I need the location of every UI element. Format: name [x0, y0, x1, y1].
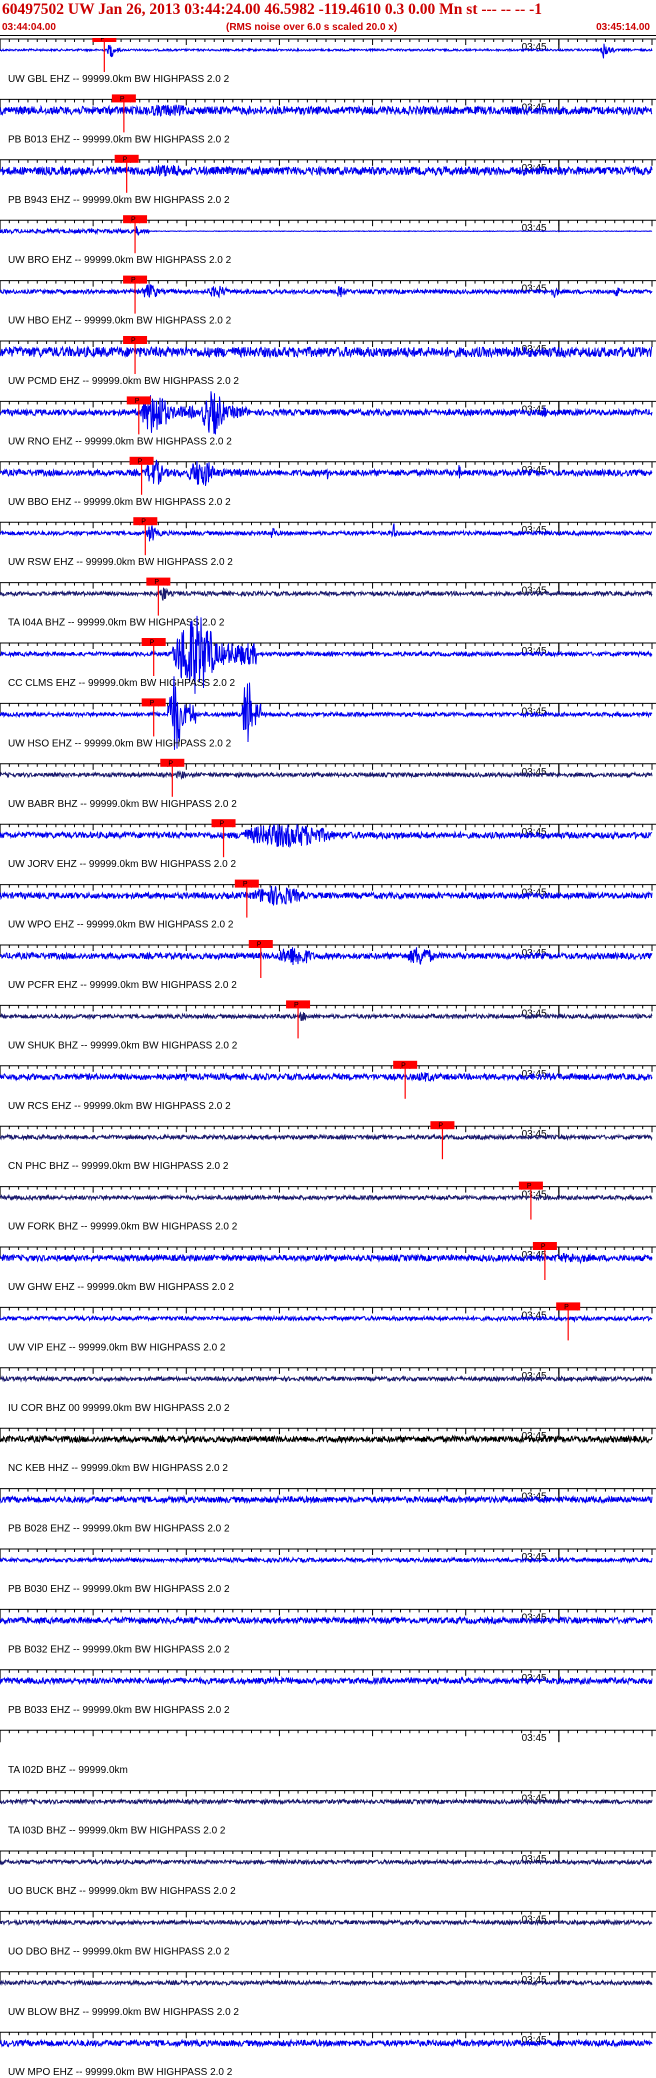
station-label: TA I02D BHZ -- 99999.0km — [8, 1765, 128, 1776]
waveform-trace — [0, 1011, 653, 1022]
pick-label: P — [135, 398, 140, 405]
waveform-trace — [0, 885, 653, 906]
station-label: UW BLOW BHZ -- 99999.0km BW HIGHPASS 2.0… — [8, 2007, 239, 2018]
station-label: PB B032 EHZ -- 99999.0km BW HIGHPASS 2.0… — [8, 1644, 230, 1655]
waveform-trace — [0, 587, 653, 601]
pick-label: P — [131, 277, 136, 284]
waveform-trace — [0, 1918, 653, 1927]
station-label: UW FORK BHZ -- 99999.0km BW HIGHPASS 2.0… — [8, 1222, 238, 1233]
waveform-trace — [0, 1133, 653, 1142]
station-label: PB B943 EHZ -- 99999.0km BW HIGHPASS 2.0… — [8, 195, 230, 206]
waveform-trace — [0, 283, 653, 299]
waveform-trace — [0, 2038, 653, 2049]
waveform-trace — [0, 1615, 653, 1626]
pick-label: P — [150, 640, 155, 647]
station-label: IU COR BHZ 00 99999.0km BW HIGHPASS 2.0 … — [8, 1403, 230, 1414]
station-label: NC KEB HHZ -- 99999.0km BW HIGHPASS 2.0 … — [8, 1463, 228, 1474]
pick-label: P — [294, 1002, 299, 1009]
station-label: UW RSW EHZ -- 99999.0km BW HIGHPASS 2.0 … — [8, 557, 233, 568]
station-label: UW BBO EHZ -- 99999.0km BW HIGHPASS 2.0 … — [8, 497, 231, 508]
pick-label: P — [120, 96, 125, 103]
waveform-trace — [0, 226, 653, 236]
start-time-label: 03:44:04.00 — [2, 22, 56, 33]
seismogram-plot: 03:45 P UW GBL EHZ -- 99999.0km BW HIGHPAS… — [0, 38, 656, 2078]
waveform-trace — [0, 1556, 653, 1564]
station-label: UW HSO EHZ -- 99999.0km BW HIGHPASS 2.0 … — [8, 738, 232, 749]
waveform-trace — [0, 104, 653, 117]
pick-label: P — [123, 156, 128, 163]
station-label: UO DBO BHZ -- 99999.0km BW HIGHPASS 2.0 … — [8, 1946, 230, 1957]
station-label: UW GBL EHZ -- 99999.0km BW HIGHPASS 2.0 … — [8, 74, 230, 85]
station-label: CN PHC BHZ -- 99999.0km BW HIGHPASS 2.0 … — [8, 1161, 229, 1172]
station-label: PB B013 EHZ -- 99999.0km BW HIGHPASS 2.0… — [8, 134, 230, 145]
pick-label: P — [138, 458, 143, 465]
waveform-trace — [0, 1072, 653, 1083]
pick-label: P — [220, 821, 225, 828]
minute-label: 03:45 — [522, 525, 547, 536]
pick-label: P — [541, 1244, 546, 1251]
pick-label: P — [150, 700, 155, 707]
waveform-trace — [0, 1797, 653, 1806]
end-time-label: 03:45:14.00 — [596, 22, 650, 33]
waveform-trace — [0, 345, 653, 359]
pick-label: P — [168, 760, 173, 767]
waveform-trace — [0, 770, 653, 780]
pick-label: P — [131, 338, 136, 345]
minute-label: 03:45 — [522, 42, 547, 53]
station-label: UO BUCK BHZ -- 99999.0km BW HIGHPASS 2.0… — [8, 1886, 236, 1897]
station-label: UW GHW EHZ -- 99999.0km BW HIGHPASS 2.0 … — [8, 1282, 234, 1293]
station-label: CC CLMS EHZ -- 99999.0km BW HIGHPASS 2.0… — [8, 678, 236, 689]
pick-label: P — [131, 217, 136, 224]
pick-label: P — [154, 579, 159, 586]
minute-label: 03:45 — [522, 1733, 547, 1744]
plot-header: 60497502 UW Jan 26, 2013 03:44:24.00 46.… — [0, 0, 656, 40]
station-label: UW PCFR EHZ -- 99999.0km BW HIGHPASS 2.0… — [8, 980, 237, 991]
station-label: UW VIP EHZ -- 99999.0km BW HIGHPASS 2.0 … — [8, 1342, 226, 1353]
waveform-trace — [0, 391, 653, 435]
waveform-trace — [0, 1978, 653, 1987]
pick-label: P — [527, 1183, 532, 1190]
pick-label: P — [243, 881, 248, 888]
station-label: UW JORV EHZ -- 99999.0km BW HIGHPASS 2.0… — [8, 859, 236, 870]
minute-label: 03:45 — [522, 223, 547, 234]
station-label: UW PCMD EHZ -- 99999.0km BW HIGHPASS 2.0… — [8, 376, 239, 387]
waveform-trace — [0, 1434, 653, 1444]
pick-label: P — [141, 519, 146, 526]
pick-label: P — [257, 942, 262, 949]
header-divider — [0, 35, 656, 36]
waveform-trace — [0, 1494, 653, 1505]
scaling-note: (RMS noise over 6.0 s scaled 20.0 x) — [226, 22, 398, 33]
waveform-trace — [0, 1374, 653, 1383]
station-label: UW RNO EHZ -- 99999.0km BW HIGHPASS 2.0 … — [8, 436, 232, 447]
waveform-trace — [0, 823, 653, 849]
station-label: UW BRO EHZ -- 99999.0km BW HIGHPASS 2.0 … — [8, 255, 232, 266]
waveform-trace — [0, 947, 653, 966]
station-label: TA I03D BHZ -- 99999.0km BW HIGHPASS 2.0… — [8, 1826, 226, 1837]
station-label: UW BABR BHZ -- 99999.0km BW HIGHPASS 2.0… — [8, 799, 237, 810]
station-label: UW SHUK BHZ -- 99999.0km BW HIGHPASS 2.0… — [8, 1040, 238, 1051]
pick-label: P — [438, 1123, 443, 1130]
waveform-trace — [0, 1858, 653, 1866]
waveform-trace — [0, 163, 653, 177]
waveform-trace — [0, 43, 653, 59]
waveform-trace — [0, 1314, 653, 1323]
station-label: UW MPO EHZ -- 99999.0km BW HIGHPASS 2.0 … — [8, 2067, 233, 2078]
waveform-trace — [0, 1675, 653, 1686]
pick-label: P — [564, 1304, 569, 1311]
station-label: PB B033 EHZ -- 99999.0km BW HIGHPASS 2.0… — [8, 1705, 230, 1716]
waveform-trace — [0, 1252, 653, 1265]
station-label: UW HBO EHZ -- 99999.0km BW HIGHPASS 2.0 … — [8, 316, 232, 327]
waveform-trace — [0, 1193, 653, 1202]
pick-label: P — [401, 1062, 406, 1069]
waveform-trace — [0, 523, 653, 542]
station-label: PB B030 EHZ -- 99999.0km BW HIGHPASS 2.0… — [8, 1584, 230, 1595]
station-label: UW RCS EHZ -- 99999.0km BW HIGHPASS 2.0 … — [8, 1101, 231, 1112]
event-title: 60497502 UW Jan 26, 2013 03:44:24.00 46.… — [2, 1, 543, 18]
station-label: PB B028 EHZ -- 99999.0km BW HIGHPASS 2.0… — [8, 1524, 230, 1535]
pick-label: P — [100, 38, 105, 43]
station-label: UW WPO EHZ -- 99999.0km BW HIGHPASS 2.0 … — [8, 920, 234, 931]
